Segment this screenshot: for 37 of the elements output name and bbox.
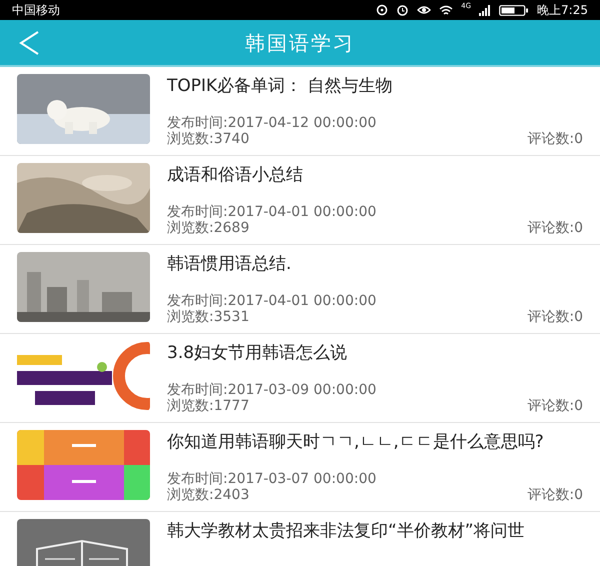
publish-date: 发布时间:2017-03-07 00:00:00	[167, 471, 378, 487]
time-label: 晚上7:25	[537, 2, 588, 19]
page-title: 韩国语学习	[245, 30, 355, 56]
article-row[interactable]: 韩语惯用语总结. 发布时间:2017-04-01 00:00:00 浏览数:3531 评论数:0	[0, 245, 600, 334]
publish-date: 发布时间:2017-03-09 00:00:00	[167, 382, 378, 398]
article-row[interactable]: 韩大学教材太贵招来非法复印“半价教材”将问世	[0, 512, 600, 566]
eye-icon	[417, 5, 432, 15]
battery-icon	[499, 4, 530, 16]
comment-count: 评论数:0	[527, 131, 583, 147]
view-count: 浏览数:2403	[167, 487, 250, 503]
location-icon	[376, 4, 388, 16]
publish-date: 发布时间:2017-04-12 00:00:00	[167, 115, 378, 131]
article-row[interactable]: 3.8妇女节用韩语怎么说 发布时间:2017-03-09 00:00:00 浏览数:1777 评论数:0	[0, 334, 600, 423]
article-title: 3.8妇女节用韩语怎么说	[167, 342, 348, 363]
view-count: 浏览数:1777	[167, 398, 250, 414]
article-title: TOPIK必备单词： 自然与生物	[167, 75, 394, 96]
comment-count: 评论数:0	[527, 309, 583, 325]
comment-count: 评论数:0	[527, 220, 583, 236]
carrier-label: 中国移动	[12, 2, 60, 19]
article-row[interactable]: 你知道用韩语聊天时ㄱㄱ,ㄴㄴ,ㄷㄷ是什么意思吗? 发布时间:2017-03-07 00:00:00 浏览数:2403 评论数:0	[0, 423, 600, 512]
back-icon	[18, 30, 40, 56]
article-title: 韩大学教材太贵招来非法复印“半价教材”将问世	[167, 520, 526, 541]
signal-icon	[479, 4, 492, 16]
article-row[interactable]: TOPIK必备单词： 自然与生物 发布时间:2017-04-12 00:00:00 浏览数:3740 评论数:0	[0, 67, 600, 156]
article-title: 成语和俗语小总结	[167, 164, 304, 185]
view-count: 浏览数:3531	[167, 309, 250, 325]
publish-date: 发布时间:2017-04-01 00:00:00	[167, 293, 378, 309]
article-row[interactable]: 成语和俗语小总结 发布时间:2017-04-01 00:00:00 浏览数:2689 评论数:0	[0, 156, 600, 245]
view-count: 浏览数:2689	[167, 220, 250, 236]
comment-count: 评论数:0	[527, 398, 583, 414]
comment-count: 评论数:0	[527, 487, 583, 503]
view-count: 浏览数:3740	[167, 131, 250, 147]
alarm-icon	[396, 4, 410, 16]
publish-date: 发布时间:2017-04-01 00:00:00	[167, 204, 378, 220]
wifi-icon	[439, 4, 454, 16]
article-title: 你知道用韩语聊天时ㄱㄱ,ㄴㄴ,ㄷㄷ是什么意思吗?	[167, 431, 545, 452]
article-title: 韩语惯用语总结.	[167, 253, 292, 274]
